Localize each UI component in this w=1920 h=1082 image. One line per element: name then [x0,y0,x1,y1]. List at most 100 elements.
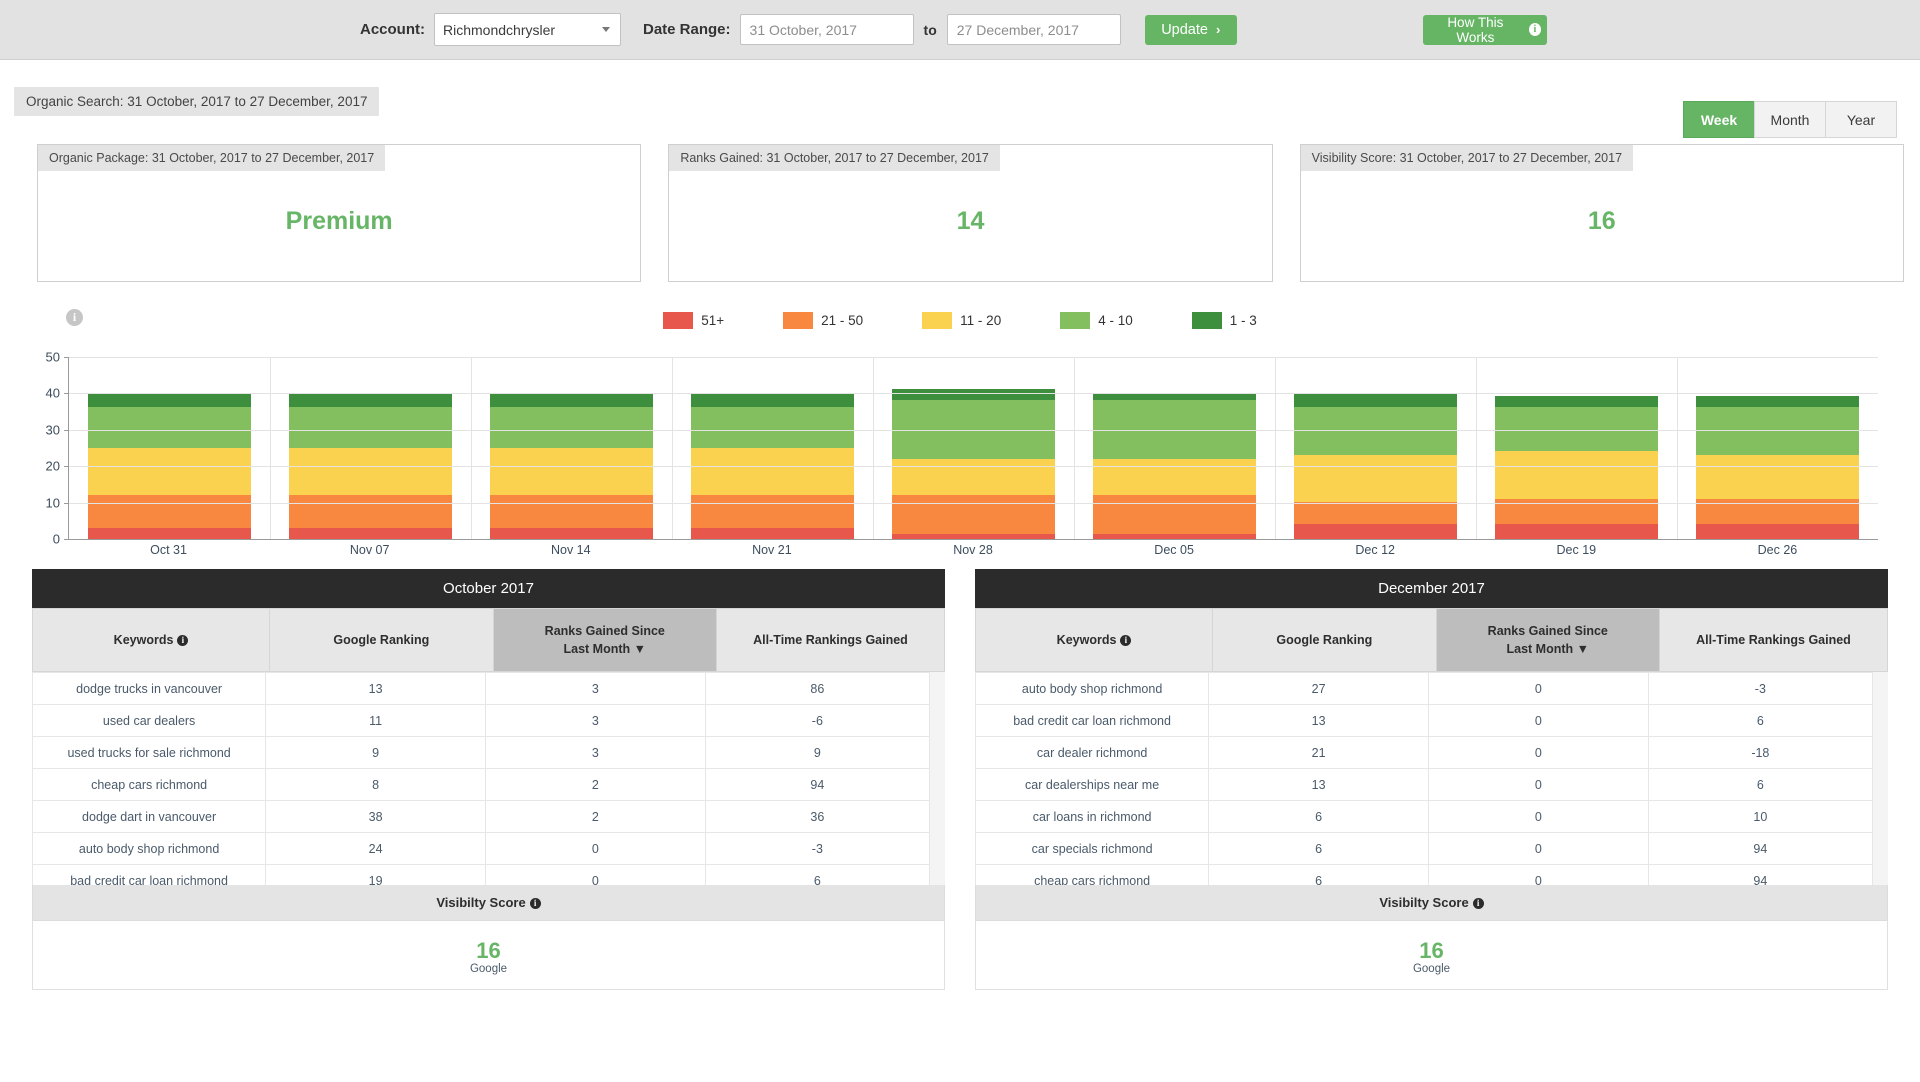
period-year-button[interactable]: Year [1825,101,1897,138]
chart-x-tick-label: Dec 19 [1556,543,1597,557]
visibility-score-source: Google [469,963,508,976]
table-row[interactable]: dodge trucks in vancouver 13 3 86 [32,672,930,706]
info-icon[interactable]: i [529,898,541,910]
keyword-tables: October 2017 Keywords i Google Ranking Ra… [31,569,1889,991]
chart-bar[interactable] [1495,396,1658,539]
table-row[interactable]: bad credit car loan richmond 19 0 6 [32,864,930,886]
cell-value: 27 [1208,672,1429,706]
cell-value: 19 [265,864,486,886]
column-header-ranks-gained[interactable]: Ranks Gained Since Last Month ▼ [492,607,717,673]
legend-label: 11 - 20 [960,312,1002,328]
scroll-up-icon[interactable] [934,676,942,681]
cell-keyword: car loans in richmond [975,800,1210,834]
column-header-all-time[interactable]: All-Time Rankings Gained [1658,607,1889,673]
chart-bar-segment [1294,502,1457,525]
chart-bar-segment [88,528,251,539]
chart-legend: i 51+ 21 - 50 11 - 20 4 - 10 1 - 3 [0,305,1920,335]
chart-bar[interactable] [892,388,1055,539]
chart-bar-segment [289,407,452,448]
column-header-keywords[interactable]: Keywords i [31,607,271,673]
legend-item[interactable]: 4 - 10 [1060,311,1133,329]
table-row[interactable]: car dealer richmond 21 0 -18 [975,736,1873,770]
how-this-works-button[interactable]: How This Works i [1423,14,1547,45]
cell-value: 6 [1647,768,1873,802]
cell-keyword: cheap cars richmond [975,864,1210,886]
legend-label: 4 - 10 [1098,312,1133,328]
column-header-keywords[interactable]: Keywords i [974,607,1214,673]
table-header-table: Keywords i Google Ranking Ranks Gained Si… [974,607,1889,673]
stat-card-tag: Ranks Gained: 31 October, 2017 to 27 Dec… [669,145,1000,171]
table-row[interactable]: auto body shop richmond 27 0 -3 [975,672,1873,706]
update-button[interactable]: Update › [1144,14,1237,45]
column-header-google-ranking[interactable]: Google Ranking [1212,607,1437,673]
cell-keyword: car dealerships near me [975,768,1210,802]
date-from-input[interactable]: 31 October, 2017 [739,14,914,45]
legend-item[interactable]: 21 - 50 [783,311,863,329]
info-icon[interactable]: i [1472,898,1484,910]
chart-y-tick-mark [64,429,69,431]
chart-bar-segment [691,407,854,448]
chart-bar-slot [1677,357,1878,539]
table-row[interactable]: dodge dart in vancouver 38 2 36 [32,800,930,834]
info-icon[interactable]: i [1120,635,1132,647]
chart-bar-segment [1294,407,1457,455]
cell-value: -3 [704,832,930,866]
chart-bar-segment [490,392,653,408]
panel-header: Organic Search: 31 October, 2017 to 27 D… [14,87,1906,138]
chart-x-tick-label: Oct 31 [150,543,187,557]
table-row[interactable]: car specials richmond 6 0 94 [975,832,1873,866]
chart-x-tick-label: Dec 26 [1757,543,1798,557]
chart-y-tick-mark [64,539,69,540]
visibility-score-value: 16 [476,938,501,964]
cell-value: -3 [1647,672,1873,706]
table-scrollbar[interactable] [930,672,945,885]
scrollbar-thumb[interactable] [1876,688,1886,732]
table-row[interactable]: auto body shop richmond 24 0 -3 [32,832,930,866]
table-scrollbar[interactable] [1873,672,1888,885]
chart-bars [69,357,1878,539]
chart-y-tick-mark [64,357,69,358]
table-row[interactable]: used car dealers 11 3 -6 [32,704,930,738]
date-to-input[interactable]: 27 December, 2017 [946,14,1121,45]
chart-bar-slot [69,357,270,539]
period-week-button[interactable]: Week [1683,101,1755,138]
scroll-up-icon[interactable] [1877,676,1885,681]
cell-value: 21 [1208,736,1429,770]
legend-item[interactable]: 51+ [663,311,724,329]
column-header-all-time[interactable]: All-Time Rankings Gained [715,607,946,673]
table-row[interactable]: cheap cars richmond 6 0 94 [975,864,1873,886]
table-row[interactable]: bad credit car loan richmond 13 0 6 [975,704,1873,738]
table-body-table: dodge trucks in vancouver 13 3 86 used car d… [32,672,930,886]
chart-bar-slot [873,357,1074,539]
stat-card-value: 14 [956,207,985,235]
table-row[interactable]: used trucks for sale richmond 9 3 9 [32,736,930,770]
legend-item[interactable]: 11 - 20 [922,311,1002,329]
scroll-down-icon[interactable] [1877,876,1885,881]
table-scroll-region[interactable]: auto body shop richmond 27 0 -3 bad credit c… [975,672,1888,886]
table-row[interactable]: cheap cars richmond 8 2 94 [32,768,930,802]
table-row[interactable]: car loans in richmond 6 0 10 [975,800,1873,834]
cell-value: -6 [704,704,930,738]
column-header-google-ranking[interactable]: Google Ranking [269,607,494,673]
table-scroll-region[interactable]: dodge trucks in vancouver 13 3 86 used car d… [32,672,945,886]
chart-x-tick-label: Nov 28 [953,543,993,557]
chart-info-icon[interactable]: i [66,308,83,326]
column-header-ranks-gained[interactable]: Ranks Gained Since Last Month ▼ [1435,607,1660,673]
chart-bar-segment [88,495,251,529]
scrollbar-thumb[interactable] [933,688,943,732]
cell-keyword: used car dealers [32,704,267,738]
info-icon[interactable]: i [177,635,189,647]
cell-keyword: car specials richmond [975,832,1210,866]
legend-item[interactable]: 1 - 3 [1191,311,1257,329]
period-month-button[interactable]: Month [1754,101,1826,138]
chart-bar-segment [892,458,1055,496]
account-select[interactable]: Richmondchrysler [434,13,621,46]
cell-value: -18 [1647,736,1873,770]
table-row[interactable]: car dealerships near me 13 0 6 [975,768,1873,802]
chart-bar[interactable] [1696,396,1859,539]
scroll-down-icon[interactable] [934,876,942,881]
stat-card-tag: Organic Package: 31 October, 2017 to 27 … [38,145,386,171]
visibility-score-label: Visibilty Score [1379,895,1469,911]
stat-card-tag: Visibility Score: 31 October, 2017 to 27… [1300,145,1634,171]
cell-keyword: cheap cars richmond [32,768,267,802]
